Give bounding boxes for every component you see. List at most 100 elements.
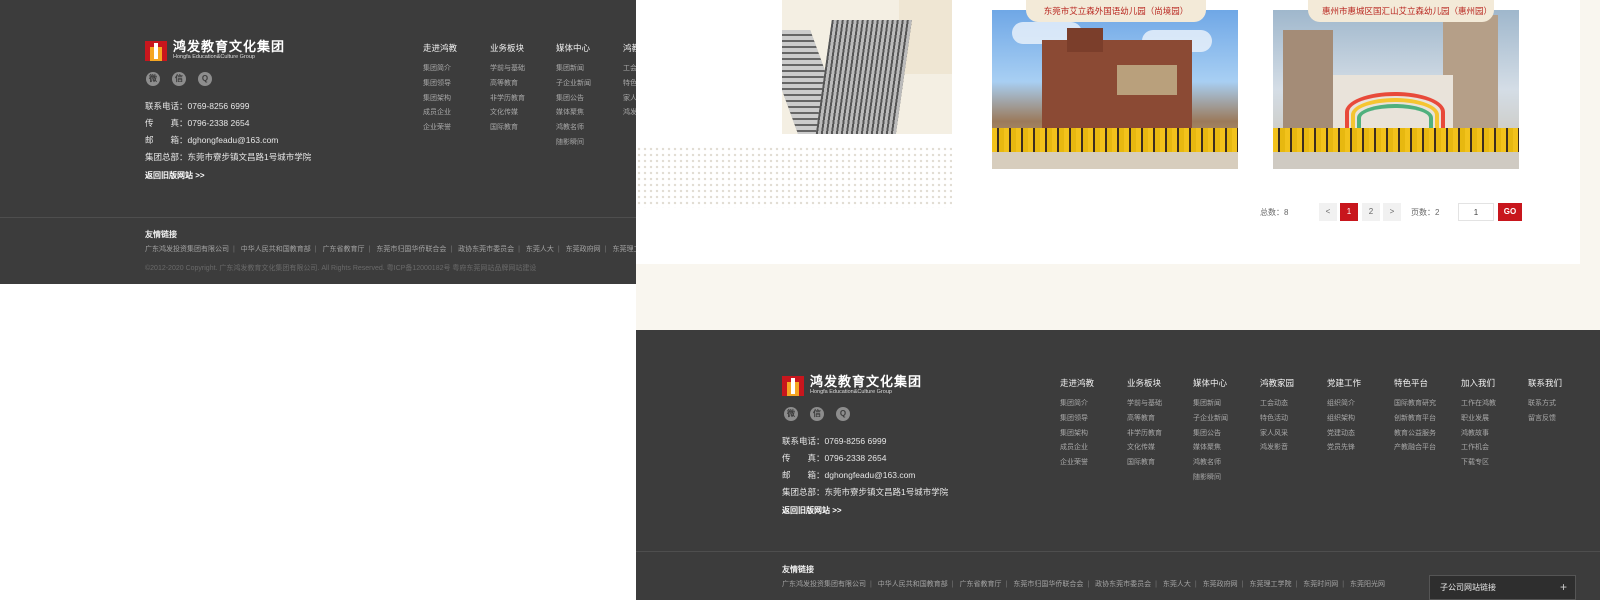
nav-col-title[interactable]: 走进鸿教: [423, 42, 483, 54]
nav-link[interactable]: 职业发展: [1461, 412, 1521, 427]
page-2-button[interactable]: 2: [1362, 203, 1380, 221]
nav-link[interactable]: 企业荣誉: [423, 121, 483, 136]
friend-link[interactable]: 东莞时间网: [1303, 581, 1338, 588]
nav-link[interactable]: 媒体聚焦: [556, 106, 616, 121]
school-caption-huizhou[interactable]: 惠州市惠城区国汇山艾立森幼儿园（惠州园）: [1308, 0, 1494, 22]
nav-link[interactable]: 工会动态: [623, 62, 636, 77]
friend-link[interactable]: 政协东莞市委员会: [458, 246, 514, 253]
nav-link[interactable]: 集团领导: [423, 77, 483, 92]
nav-link[interactable]: 鸿教名师: [1193, 456, 1253, 471]
nav-link[interactable]: 高等教育: [1127, 412, 1187, 427]
nav-link[interactable]: 鸿教故事: [1461, 427, 1521, 442]
school-photo-shangjing[interactable]: [992, 10, 1238, 169]
nav-col-title[interactable]: 联系我们: [1528, 377, 1588, 389]
nav-link[interactable]: 产教融合平台: [1394, 441, 1454, 456]
nav-link[interactable]: 高等教育: [490, 77, 550, 92]
nav-col-title[interactable]: 党建工作: [1327, 377, 1387, 389]
qq-icon[interactable]: Q: [198, 72, 212, 86]
nav-col-title[interactable]: 鸿教家园: [623, 42, 636, 54]
friend-link[interactable]: 广东省教育厅: [960, 581, 1002, 588]
nav-link[interactable]: 工作在鸿教: [1461, 397, 1521, 412]
nav-col-title[interactable]: 加入我们: [1461, 377, 1521, 389]
friend-link[interactable]: 广东省教育厅: [323, 246, 365, 253]
nav-link[interactable]: 文化传媒: [490, 106, 550, 121]
nav-link[interactable]: 非学历教育: [1127, 427, 1187, 442]
go-button[interactable]: GO: [1498, 203, 1522, 221]
nav-link[interactable]: 成员企业: [1060, 441, 1120, 456]
nav-link[interactable]: 子企业新闻: [556, 77, 616, 92]
nav-link[interactable]: 组织简介: [1327, 397, 1387, 412]
next-page-button[interactable]: >: [1383, 203, 1401, 221]
friend-link[interactable]: 东莞人大: [1163, 581, 1191, 588]
nav-col-title[interactable]: 特色平台: [1394, 377, 1454, 389]
nav-link[interactable]: 教育公益服务: [1394, 427, 1454, 442]
subsidiary-sites-dropdown[interactable]: 子公司网站链接 +: [1429, 575, 1576, 600]
nav-link[interactable]: 鸿发影音: [1260, 441, 1320, 456]
wechat-icon[interactable]: 信: [810, 407, 824, 421]
nav-link[interactable]: 成员企业: [423, 106, 483, 121]
old-site-link[interactable]: 返回旧版网站 >>: [782, 505, 842, 516]
nav-link[interactable]: 党建动态: [1327, 427, 1387, 442]
weibo-icon[interactable]: 微: [146, 72, 160, 86]
nav-link[interactable]: 集团新闻: [556, 62, 616, 77]
nav-link[interactable]: 集团架构: [1060, 427, 1120, 442]
nav-col-title[interactable]: 鸿教家园: [1260, 377, 1320, 389]
friend-link[interactable]: 东莞人大: [526, 246, 554, 253]
nav-link[interactable]: 留言反馈: [1528, 412, 1588, 427]
friend-link[interactable]: 东莞市归国华侨联合会: [1013, 581, 1083, 588]
nav-link[interactable]: 下载专区: [1461, 456, 1521, 471]
wechat-icon[interactable]: 信: [172, 72, 186, 86]
email-value[interactable]: dghongfeadu@163.com: [825, 470, 916, 480]
friend-link[interactable]: 东莞阳光网: [1350, 581, 1385, 588]
nav-link[interactable]: 组织架构: [1327, 412, 1387, 427]
nav-link[interactable]: 集团架构: [423, 92, 483, 107]
page-1-button[interactable]: 1: [1340, 203, 1358, 221]
friend-link[interactable]: 东莞市归国华侨联合会: [376, 246, 446, 253]
nav-col-title[interactable]: 走进鸿教: [1060, 377, 1120, 389]
nav-link[interactable]: 集团公告: [556, 92, 616, 107]
friend-link[interactable]: 中华人民共和国教育部: [878, 581, 948, 588]
page-jump-input[interactable]: [1458, 203, 1494, 221]
nav-link[interactable]: 国际教育研究: [1394, 397, 1454, 412]
nav-link[interactable]: 集团简介: [1060, 397, 1120, 412]
nav-col-title[interactable]: 业务板块: [490, 42, 550, 54]
nav-link[interactable]: 集团简介: [423, 62, 483, 77]
nav-link[interactable]: 特色活动: [1260, 412, 1320, 427]
school-caption-shangjing[interactable]: 东莞市艾立森外国语幼儿园（尚境园）: [1026, 0, 1206, 22]
nav-link[interactable]: 鸿教名师: [556, 121, 616, 136]
friend-link[interactable]: 广东鸿发投资集团有限公司: [145, 246, 229, 253]
nav-col-title[interactable]: 业务板块: [1127, 377, 1187, 389]
nav-link[interactable]: 鸿发影音: [623, 106, 636, 121]
qq-icon[interactable]: Q: [836, 407, 850, 421]
friend-link[interactable]: 东莞理工学院: [1249, 581, 1291, 588]
nav-link[interactable]: 工会动态: [1260, 397, 1320, 412]
footer-logo[interactable]: 鸿发教育文化集团 Hongfa Education&Culture Group: [145, 40, 285, 61]
nav-link[interactable]: 国际教育: [1127, 456, 1187, 471]
nav-link[interactable]: 工作机会: [1461, 441, 1521, 456]
nav-link[interactable]: 子企业新闻: [1193, 412, 1253, 427]
nav-col-title[interactable]: 媒体中心: [556, 42, 616, 54]
friend-link[interactable]: 东莞政府网: [1203, 581, 1238, 588]
nav-link[interactable]: 集团公告: [1193, 427, 1253, 442]
weibo-icon[interactable]: 微: [784, 407, 798, 421]
nav-link[interactable]: 企业荣誉: [1060, 456, 1120, 471]
nav-link[interactable]: 集团新闻: [1193, 397, 1253, 412]
nav-link[interactable]: 国际教育: [490, 121, 550, 136]
friend-link[interactable]: 东莞理工学院: [612, 246, 636, 253]
nav-link[interactable]: 联系方式: [1528, 397, 1588, 412]
school-photo-huizhou[interactable]: [1273, 10, 1519, 169]
nav-link[interactable]: 学前与基础: [490, 62, 550, 77]
email-value[interactable]: dghongfeadu@163.com: [188, 135, 279, 145]
prev-page-button[interactable]: <: [1319, 203, 1337, 221]
nav-link[interactable]: 家人风采: [1260, 427, 1320, 442]
nav-link[interactable]: 文化传媒: [1127, 441, 1187, 456]
nav-link[interactable]: 学前与基础: [1127, 397, 1187, 412]
footer-logo[interactable]: 鸿发教育文化集团 Hongfa Education&Culture Group: [782, 375, 922, 396]
friend-link[interactable]: 东莞政府网: [566, 246, 601, 253]
old-site-link[interactable]: 返回旧版网站 >>: [145, 170, 205, 181]
nav-link[interactable]: 特色活动: [623, 77, 636, 92]
friend-link[interactable]: 政协东莞市委员会: [1095, 581, 1151, 588]
nav-link[interactable]: 党员先锋: [1327, 441, 1387, 456]
nav-link[interactable]: 集团领导: [1060, 412, 1120, 427]
friend-link[interactable]: 广东鸿发投资集团有限公司: [782, 581, 866, 588]
